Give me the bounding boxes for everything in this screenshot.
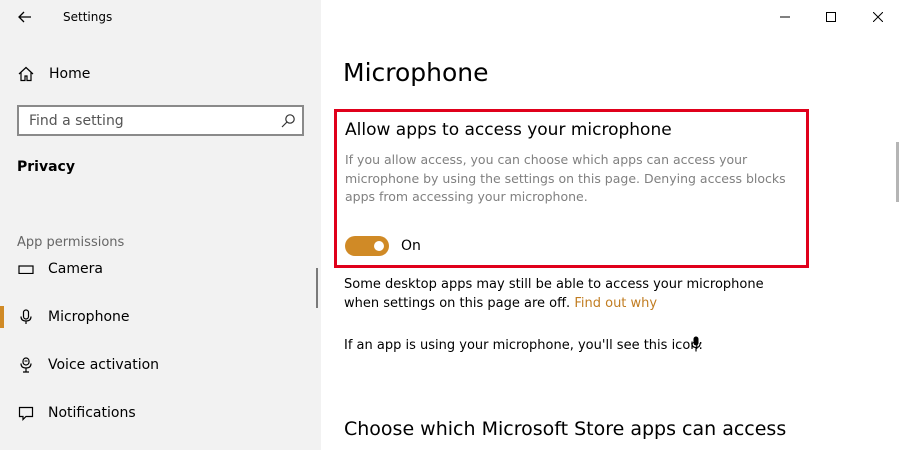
main-content: Microphone Allow apps to access your mic… bbox=[321, 0, 900, 450]
sidebar-item-camera[interactable]: Camera bbox=[0, 251, 321, 291]
category-title: Privacy bbox=[17, 159, 75, 175]
voice-activation-icon bbox=[20, 357, 32, 373]
microphone-access-toggle[interactable] bbox=[345, 236, 389, 256]
search-icon[interactable] bbox=[280, 113, 296, 129]
active-indicator bbox=[0, 306, 4, 328]
sidebar-item-label: Camera bbox=[48, 261, 103, 277]
section-label: App permissions bbox=[17, 235, 125, 250]
sidebar-scrollbar[interactable] bbox=[316, 268, 318, 308]
search-input[interactable] bbox=[29, 111, 269, 131]
home-link[interactable]: Home bbox=[0, 60, 321, 88]
main-scrollbar[interactable] bbox=[896, 142, 899, 202]
microphone-icon bbox=[691, 336, 701, 352]
back-arrow-icon bbox=[18, 11, 31, 23]
sidebar-item-microphone[interactable]: Microphone bbox=[0, 297, 321, 337]
sidebar-item-label: Microphone bbox=[48, 309, 130, 325]
toggle-state-label: On bbox=[401, 238, 421, 254]
maximize-icon bbox=[826, 12, 836, 22]
allow-access-description: If you allow access, you can choose whic… bbox=[345, 152, 786, 204]
minimize-icon bbox=[780, 16, 790, 18]
camera-icon bbox=[18, 265, 34, 274]
home-label: Home bbox=[49, 66, 91, 82]
close-button[interactable] bbox=[863, 6, 893, 28]
back-button[interactable] bbox=[12, 6, 38, 28]
notifications-icon bbox=[18, 406, 34, 421]
sidebar-item-label: Voice activation bbox=[48, 357, 160, 373]
maximize-button[interactable] bbox=[816, 6, 846, 28]
sidebar-item-notifications[interactable]: Notifications bbox=[0, 393, 321, 433]
sidebar-item-label: Notifications bbox=[48, 405, 136, 421]
search-box[interactable] bbox=[17, 105, 304, 136]
toggle-knob bbox=[374, 241, 384, 251]
note-text: Some desktop apps may still be able to a… bbox=[344, 277, 764, 311]
close-icon bbox=[873, 12, 883, 22]
sidebar-item-voice-activation[interactable]: Voice activation bbox=[0, 345, 321, 385]
find-out-why-link[interactable]: Find out why bbox=[574, 296, 657, 311]
minimize-button[interactable] bbox=[770, 6, 800, 28]
microphone-icon bbox=[20, 309, 32, 324]
page-title: Microphone bbox=[343, 58, 489, 87]
sidebar: Settings Home Privacy App permissions Ca… bbox=[0, 0, 321, 450]
allow-access-heading: Allow apps to access your microphone bbox=[345, 120, 672, 140]
choose-apps-heading: Choose which Microsoft Store apps can ac… bbox=[344, 418, 787, 440]
home-icon bbox=[18, 66, 34, 82]
app-title: Settings bbox=[63, 10, 113, 24]
desktop-apps-note: Some desktop apps may still be able to a… bbox=[344, 275, 794, 313]
icon-note: If an app is using your microphone, you'… bbox=[344, 338, 703, 353]
